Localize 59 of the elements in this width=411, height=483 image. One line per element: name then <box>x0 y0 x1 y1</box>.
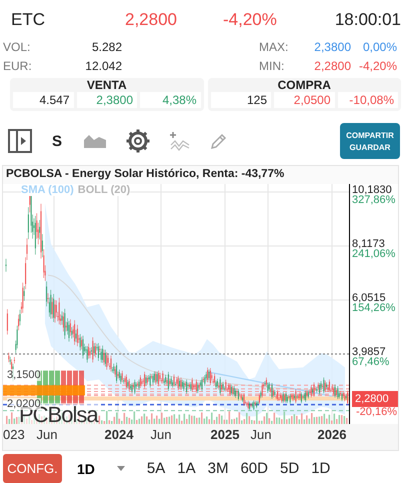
axis-change-label: 67,46% <box>352 356 390 367</box>
range-button[interactable]: 5D <box>280 460 300 477</box>
range-button[interactable]: 60D <box>240 460 268 477</box>
interval-dropdown[interactable]: 1D <box>77 460 125 476</box>
current-price-tag: 2,2800 <box>352 390 398 407</box>
stat-value: 2,2800 <box>313 58 351 72</box>
stat-label: MAX: <box>259 40 290 54</box>
current-change-label: -20,16% <box>356 406 398 417</box>
sidebar-toggle-icon[interactable] <box>8 129 32 153</box>
axis-date-label: Jun <box>36 427 58 442</box>
axis-date-label: Jun <box>250 427 272 442</box>
quote-quantity: 125 <box>210 92 271 108</box>
axis-change-label: 154,26% <box>352 302 396 313</box>
settings-icon[interactable] <box>126 129 150 153</box>
stat-value: 2,3800 <box>313 40 351 54</box>
quote-quantity: 4.547 <box>13 92 74 108</box>
quote-change: 4,38% <box>140 92 200 108</box>
axis-price-label: 10,1830 <box>352 185 392 195</box>
quote-title: COMPRA <box>276 79 332 92</box>
quote-price: 2,0500 <box>274 92 334 108</box>
stat-change: -4,20% <box>358 58 397 72</box>
range-button[interactable]: 3M <box>208 460 228 477</box>
range-button[interactable]: 1D <box>311 460 330 477</box>
level-label: 3,1500 <box>7 368 41 381</box>
quote-change: -10,08% <box>338 92 398 108</box>
quote-title: VENTA <box>86 79 128 92</box>
range-button[interactable]: 5A <box>146 460 166 477</box>
indicator-icon[interactable] <box>170 131 190 151</box>
pencil-icon[interactable] <box>210 132 228 150</box>
axis-price-label: 6,0515 <box>352 292 386 303</box>
axis-date-label: 023 <box>3 427 25 442</box>
axis-date-label: 2025 <box>210 427 240 442</box>
axis-date-label: Jun <box>150 427 172 442</box>
last-price: 2,2800 <box>125 10 178 30</box>
range-button[interactable]: 1A <box>177 460 196 477</box>
axis-price-label: 3,9857 <box>352 346 386 357</box>
axis-date-label: 2024 <box>104 427 134 442</box>
axis-date-label: 2026 <box>318 427 346 442</box>
axis-change-label: 327,86% <box>352 195 396 205</box>
area-chart-icon[interactable] <box>84 134 106 148</box>
quote-price: 2,3800 <box>76 92 137 108</box>
indicator-label: SMA (100) <box>21 184 74 196</box>
price-change: -4,20% <box>223 10 278 30</box>
chart-title: PCBOLSA - Energy Solar Histórico, Renta: -43,77% <box>3 166 398 184</box>
axis-price-label: 8,1173 <box>352 238 385 249</box>
caret-icon <box>116 466 125 471</box>
stat-label: EUR: <box>3 58 33 72</box>
share-save-button[interactable]: COMPARTIR GUARDAR <box>340 123 400 159</box>
axis-change-label: 241,06% <box>352 248 396 259</box>
stat-change: 0,00% <box>362 40 397 54</box>
stat-label: VOL: <box>3 40 32 54</box>
indicator-label: BOLL (20) <box>78 184 130 196</box>
stock-symbol: ETC <box>11 10 46 30</box>
stat-label: MIN: <box>259 58 286 72</box>
stat-value: 12.042 <box>84 58 122 72</box>
stat-value: 5.282 <box>90 40 122 54</box>
config-button[interactable]: CONFG. <box>3 454 62 483</box>
update-time: 18:00:01 <box>334 10 401 30</box>
series-button[interactable]: S <box>52 132 62 150</box>
